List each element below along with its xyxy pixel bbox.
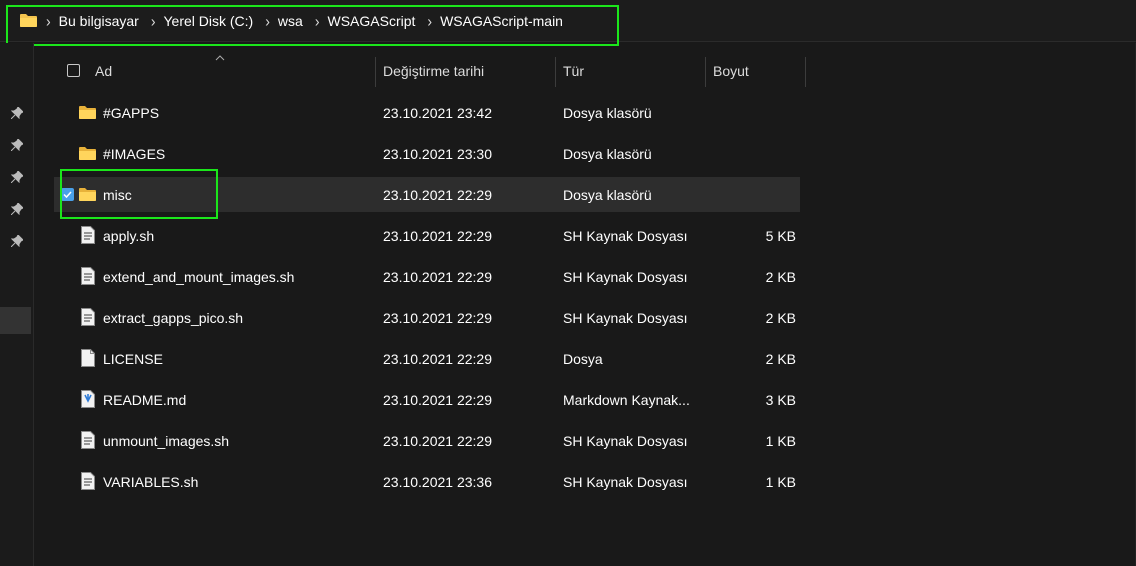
column-divider[interactable]	[805, 57, 806, 87]
file-date: 23.10.2021 22:29	[383, 391, 492, 408]
column-divider[interactable]	[375, 57, 376, 87]
file-date: 23.10.2021 23:42	[383, 104, 492, 121]
column-date[interactable]: Değiştirme tarihi	[383, 52, 484, 90]
script-file-icon	[81, 431, 95, 452]
folder-icon	[78, 186, 97, 205]
file-name: #GAPPS	[103, 104, 160, 121]
select-all-checkbox[interactable]	[67, 64, 80, 77]
pin-icon[interactable]	[11, 203, 23, 215]
script-file-icon	[81, 226, 95, 247]
file-name: VARIABLES.sh	[103, 473, 199, 490]
file-row[interactable]: README.md 23.10.2021 22:29 Markdown Kayn…	[54, 382, 800, 417]
folder-icon	[78, 104, 97, 123]
file-date: 23.10.2021 22:29	[383, 309, 492, 326]
file-size: 2 KB	[765, 309, 796, 326]
column-name[interactable]: Ad	[95, 52, 112, 90]
file-type: Dosya klasörü	[563, 104, 652, 121]
folder-icon	[78, 145, 97, 164]
chevron-right-icon[interactable]: ›	[151, 12, 156, 30]
column-divider[interactable]	[705, 57, 706, 87]
chevron-right-icon[interactable]: ›	[427, 12, 432, 30]
file-name: #IMAGES	[103, 145, 166, 162]
file-row[interactable]: unmount_images.sh 23.10.2021 22:29 SH Ka…	[54, 423, 800, 458]
file-name: extract_gapps_pico.sh	[103, 309, 244, 326]
blank-file-icon	[81, 349, 95, 370]
file-type: Markdown Kaynak...	[563, 391, 690, 408]
file-name: unmount_images.sh	[103, 432, 230, 449]
file-row[interactable]: LICENSE 23.10.2021 22:29 Dosya 2 KB	[54, 341, 800, 376]
file-size: 5 KB	[765, 227, 796, 244]
chevron-right-icon[interactable]: ›	[46, 12, 51, 30]
column-header: Ad Değiştirme tarihi Tür Boyut	[34, 52, 814, 90]
file-date: 23.10.2021 22:29	[383, 432, 492, 449]
column-type[interactable]: Tür	[563, 52, 584, 90]
file-date: 23.10.2021 22:29	[383, 227, 492, 244]
file-type: Dosya klasörü	[563, 186, 652, 203]
check-icon	[63, 191, 72, 199]
script-file-icon	[81, 267, 95, 288]
column-divider[interactable]	[555, 57, 556, 87]
file-name: misc	[103, 186, 132, 203]
breadcrumb-item-this-pc[interactable]: Bu bilgisayar	[59, 13, 139, 29]
breadcrumb: › Bu bilgisayar › Yerel Disk (C:) › wsa …	[46, 12, 575, 30]
file-name: README.md	[103, 391, 187, 408]
file-type: SH Kaynak Dosyası	[563, 309, 688, 326]
file-type: SH Kaynak Dosyası	[563, 473, 688, 490]
breadcrumb-item-local-disk[interactable]: Yerel Disk (C:)	[164, 13, 254, 29]
script-file-icon	[81, 308, 95, 329]
file-name: apply.sh	[103, 227, 155, 244]
pin-icon[interactable]	[11, 139, 23, 151]
pin-icon[interactable]	[11, 107, 23, 119]
chevron-right-icon[interactable]: ›	[265, 12, 270, 30]
file-type: Dosya klasörü	[563, 145, 652, 162]
file-row[interactable]: apply.sh 23.10.2021 22:29 SH Kaynak Dosy…	[54, 218, 800, 253]
file-row[interactable]: misc 23.10.2021 22:29 Dosya klasörü	[54, 177, 800, 212]
file-size: 1 KB	[765, 473, 796, 490]
file-date: 23.10.2021 22:29	[383, 186, 492, 203]
breadcrumb-item-wsagascript-main[interactable]: WSAGAScript-main	[440, 13, 563, 29]
nav-selected-item[interactable]	[0, 307, 31, 334]
file-size: 2 KB	[765, 350, 796, 367]
file-type: SH Kaynak Dosyası	[563, 268, 688, 285]
file-size: 1 KB	[765, 432, 796, 449]
navigation-pane	[0, 43, 34, 566]
breadcrumb-item-wsa[interactable]: wsa	[278, 13, 303, 29]
file-date: 23.10.2021 22:29	[383, 268, 492, 285]
file-name: LICENSE	[103, 350, 163, 367]
breadcrumb-item-wsagascript[interactable]: WSAGAScript	[327, 13, 415, 29]
file-size: 3 KB	[765, 391, 796, 408]
pin-icon[interactable]	[11, 171, 23, 183]
sort-ascending-icon	[215, 55, 225, 61]
markdown-file-icon	[81, 390, 95, 411]
file-type: SH Kaynak Dosyası	[563, 227, 688, 244]
chevron-right-icon[interactable]: ›	[315, 12, 320, 30]
file-row[interactable]: #GAPPS 23.10.2021 23:42 Dosya klasörü	[54, 95, 800, 130]
file-type: Dosya	[563, 350, 603, 367]
row-checkbox[interactable]	[61, 188, 74, 201]
file-row[interactable]: #IMAGES 23.10.2021 23:30 Dosya klasörü	[54, 136, 800, 171]
file-row[interactable]: VARIABLES.sh 23.10.2021 23:36 SH Kaynak …	[54, 464, 800, 499]
file-date: 23.10.2021 23:30	[383, 145, 492, 162]
file-name: extend_and_mount_images.sh	[103, 268, 295, 285]
script-file-icon	[81, 472, 95, 493]
folder-icon	[20, 14, 37, 27]
pin-icon[interactable]	[11, 235, 23, 247]
file-type: SH Kaynak Dosyası	[563, 432, 688, 449]
file-row[interactable]: extract_gapps_pico.sh 23.10.2021 22:29 S…	[54, 300, 800, 335]
file-date: 23.10.2021 23:36	[383, 473, 492, 490]
file-row[interactable]: extend_and_mount_images.sh 23.10.2021 22…	[54, 259, 800, 294]
address-bar[interactable]: › Bu bilgisayar › Yerel Disk (C:) › wsa …	[0, 0, 1136, 42]
column-size[interactable]: Boyut	[713, 52, 749, 90]
file-size: 2 KB	[765, 268, 796, 285]
file-date: 23.10.2021 22:29	[383, 350, 492, 367]
